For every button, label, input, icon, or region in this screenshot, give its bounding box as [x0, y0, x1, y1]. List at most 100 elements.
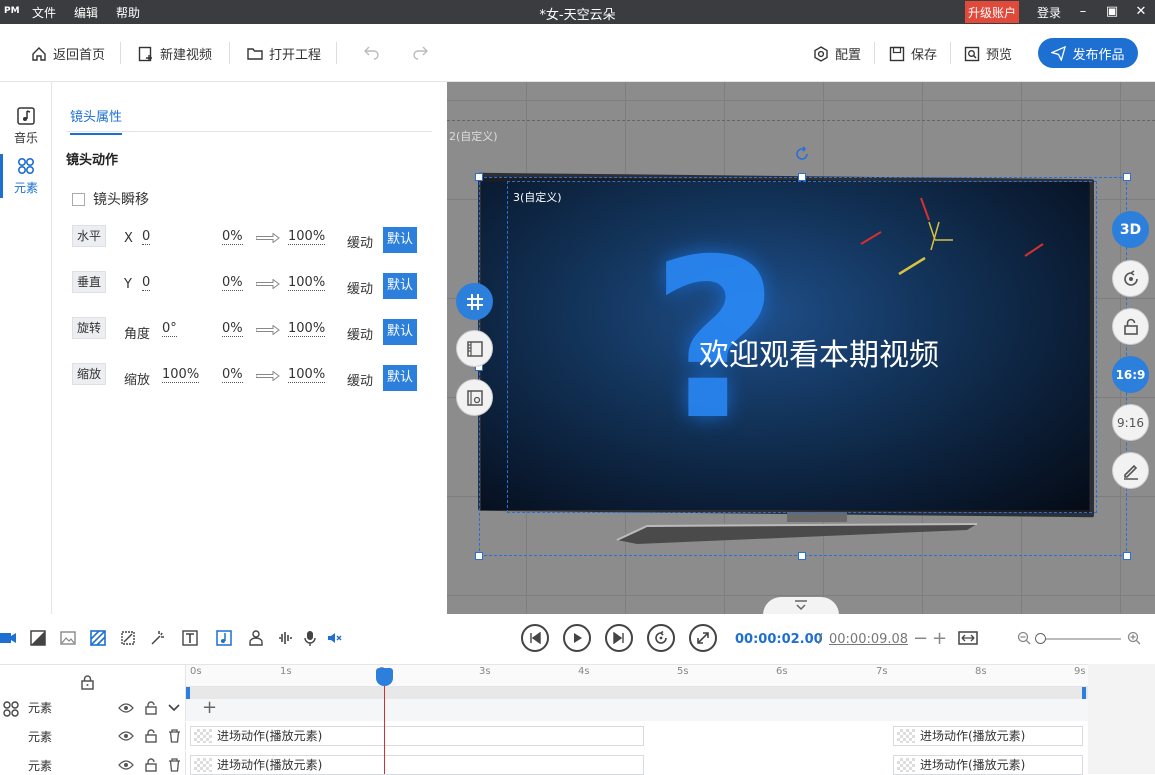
- default-button[interactable]: 默认: [383, 227, 417, 253]
- menu-file[interactable]: 文件: [32, 4, 56, 21]
- eye-icon[interactable]: [118, 759, 134, 771]
- redo-button[interactable]: [413, 44, 429, 60]
- resize-handle[interactable]: [1123, 552, 1131, 560]
- image-icon[interactable]: [60, 630, 76, 646]
- resize-handle[interactable]: [798, 552, 806, 560]
- frame-settings-button[interactable]: [456, 379, 493, 416]
- menu-help[interactable]: 帮助: [116, 4, 140, 21]
- ease-label[interactable]: 缓动: [347, 370, 373, 389]
- login-link[interactable]: 登录: [1037, 4, 1061, 21]
- rail-item-music[interactable]: 音乐: [0, 106, 52, 146]
- increase-duration-button[interactable]: +: [932, 628, 947, 649]
- range-handle-left[interactable]: [186, 687, 190, 699]
- clip-item[interactable]: 进场动作(播放元素): [893, 755, 1083, 775]
- clip-item[interactable]: 进场动作(播放元素): [893, 726, 1083, 746]
- video-camera-icon[interactable]: [0, 630, 16, 646]
- mute-icon[interactable]: [327, 630, 343, 646]
- chevron-down-icon[interactable]: [168, 703, 180, 713]
- skip-back-button[interactable]: [521, 624, 549, 652]
- resize-handle[interactable]: [1123, 173, 1131, 181]
- text-icon[interactable]: [182, 630, 198, 646]
- rotate-button[interactable]: [1112, 260, 1149, 297]
- decrease-duration-button[interactable]: −: [913, 628, 928, 649]
- person-icon[interactable]: [248, 630, 264, 646]
- clip-item[interactable]: 进场动作(播放元素): [190, 726, 644, 746]
- music-track-icon[interactable]: [216, 630, 232, 646]
- unlock-icon[interactable]: [144, 701, 158, 715]
- property-from[interactable]: 0%: [222, 275, 243, 291]
- eye-icon[interactable]: [118, 730, 134, 742]
- fullscreen-button[interactable]: [689, 624, 717, 652]
- background-icon[interactable]: [90, 630, 106, 646]
- zoom-slider-knob[interactable]: [1035, 633, 1046, 644]
- ease-label[interactable]: 缓动: [347, 278, 373, 297]
- ease-label[interactable]: 缓动: [347, 324, 373, 343]
- property-from[interactable]: 0%: [222, 367, 243, 383]
- default-button[interactable]: 默认: [383, 365, 417, 391]
- mask-icon[interactable]: [120, 630, 136, 646]
- lock-icon[interactable]: [80, 675, 95, 690]
- eye-icon[interactable]: [118, 702, 134, 714]
- property-to[interactable]: 100%: [288, 275, 326, 291]
- property-from[interactable]: 0%: [222, 321, 243, 337]
- frame-button[interactable]: [456, 330, 493, 367]
- property-value[interactable]: 0°: [162, 321, 177, 337]
- undo-button[interactable]: [363, 44, 379, 60]
- time-ruler[interactable]: 0s 1s 2s 3s 4s 5s 6s 7s 8s 9s: [186, 665, 1088, 687]
- collapse-timeline-button[interactable]: [763, 597, 839, 614]
- resize-handle[interactable]: [475, 552, 483, 560]
- property-to[interactable]: 100%: [288, 321, 326, 337]
- minimize-icon[interactable]: –: [1073, 2, 1093, 22]
- group-track-lane[interactable]: +: [186, 697, 1088, 721]
- unlock-icon[interactable]: [144, 758, 158, 772]
- property-value[interactable]: 0: [142, 229, 151, 245]
- 3d-button[interactable]: 3D: [1112, 211, 1149, 248]
- property-from[interactable]: 0%: [222, 229, 243, 245]
- config-button[interactable]: 配置: [813, 44, 861, 63]
- unlock-icon[interactable]: [144, 729, 158, 743]
- property-to[interactable]: 100%: [288, 367, 326, 383]
- playhead-handle[interactable]: [376, 668, 393, 686]
- maximize-icon[interactable]: ▣: [1102, 2, 1122, 22]
- add-track-button[interactable]: +: [202, 697, 217, 718]
- default-button[interactable]: 默认: [383, 273, 417, 299]
- home-button[interactable]: 返回首页: [31, 44, 105, 63]
- aspect-9-16-button[interactable]: 9:16: [1112, 404, 1149, 441]
- edit-button[interactable]: [1112, 452, 1149, 489]
- trash-icon[interactable]: [168, 758, 181, 772]
- upgrade-account-button[interactable]: 升级账户: [965, 1, 1020, 23]
- play-button[interactable]: [563, 624, 591, 652]
- property-to[interactable]: 100%: [288, 229, 326, 245]
- property-value[interactable]: 100%: [162, 367, 200, 383]
- range-handle-right[interactable]: [1082, 687, 1086, 699]
- zoom-out-icon[interactable]: [1017, 631, 1031, 645]
- grid-toggle-button[interactable]: [456, 283, 493, 320]
- rotate-handle-icon[interactable]: [794, 146, 810, 162]
- zoom-in-icon[interactable]: [1127, 631, 1141, 645]
- close-icon[interactable]: ✕: [1131, 2, 1151, 22]
- fit-width-icon[interactable]: [958, 631, 978, 645]
- resize-handle[interactable]: [475, 173, 483, 181]
- trash-icon[interactable]: [168, 729, 181, 743]
- replay-button[interactable]: [647, 624, 675, 652]
- menu-edit[interactable]: 编辑: [74, 4, 98, 21]
- canvas-stage[interactable]: 2(自定义) ? 欢迎观看本期视频 3(自定义) 3D 16:9 9:16: [447, 82, 1155, 614]
- new-video-button[interactable]: 新建视频: [138, 44, 212, 63]
- clip-item[interactable]: 进场动作(播放元素): [190, 755, 644, 775]
- property-value[interactable]: 0: [142, 275, 151, 291]
- unlock-button[interactable]: [1112, 308, 1149, 345]
- zoom-slider-track[interactable]: [1037, 638, 1121, 640]
- resize-handle[interactable]: [798, 173, 806, 181]
- aspect-16-9-button[interactable]: 16:9: [1112, 356, 1149, 393]
- ease-label[interactable]: 缓动: [347, 232, 373, 251]
- effect-wand-icon[interactable]: [150, 630, 166, 646]
- default-button[interactable]: 默认: [383, 319, 417, 345]
- total-time[interactable]: 00:00:09.08: [829, 632, 908, 647]
- microphone-icon[interactable]: [302, 630, 318, 646]
- publish-button[interactable]: 发布作品: [1038, 38, 1138, 68]
- save-button[interactable]: 保存: [889, 44, 937, 63]
- audio-wave-icon[interactable]: [278, 630, 294, 646]
- camera-jump-checkbox[interactable]: 镜头瞬移: [72, 189, 149, 209]
- skip-forward-button[interactable]: [605, 624, 633, 652]
- timeline-scrubber[interactable]: [186, 687, 1088, 699]
